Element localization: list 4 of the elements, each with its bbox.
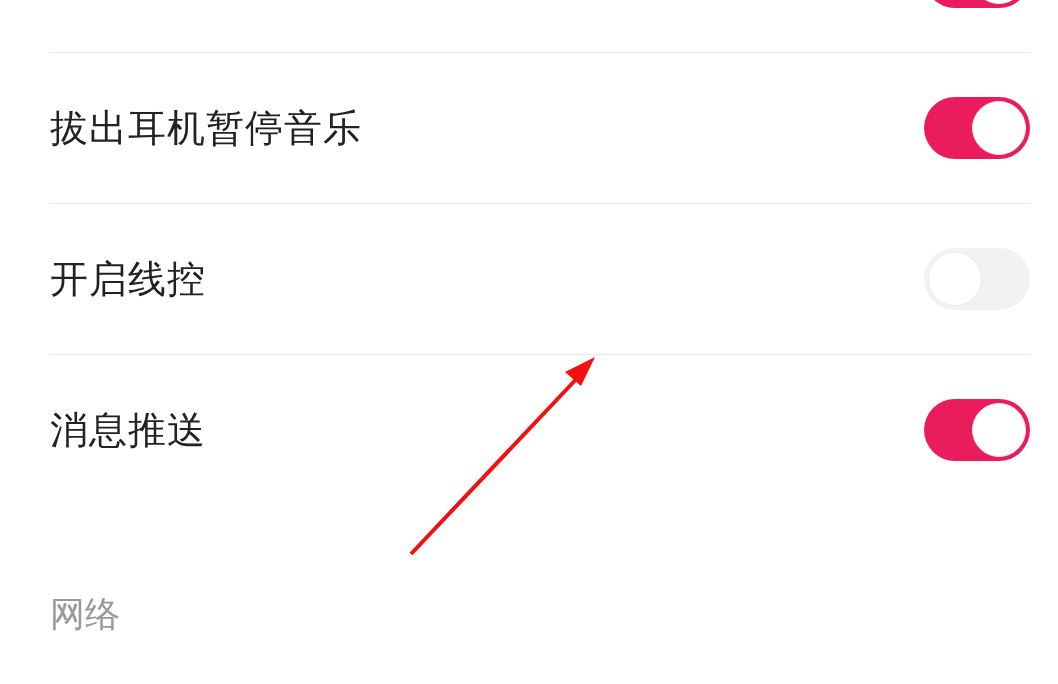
setting-label: 拔出耳机暂停音乐 bbox=[50, 104, 362, 152]
setting-label: 消息推送 bbox=[50, 406, 206, 454]
setting-label: 开启线控 bbox=[50, 255, 206, 303]
section-header: 网络 bbox=[50, 594, 120, 634]
